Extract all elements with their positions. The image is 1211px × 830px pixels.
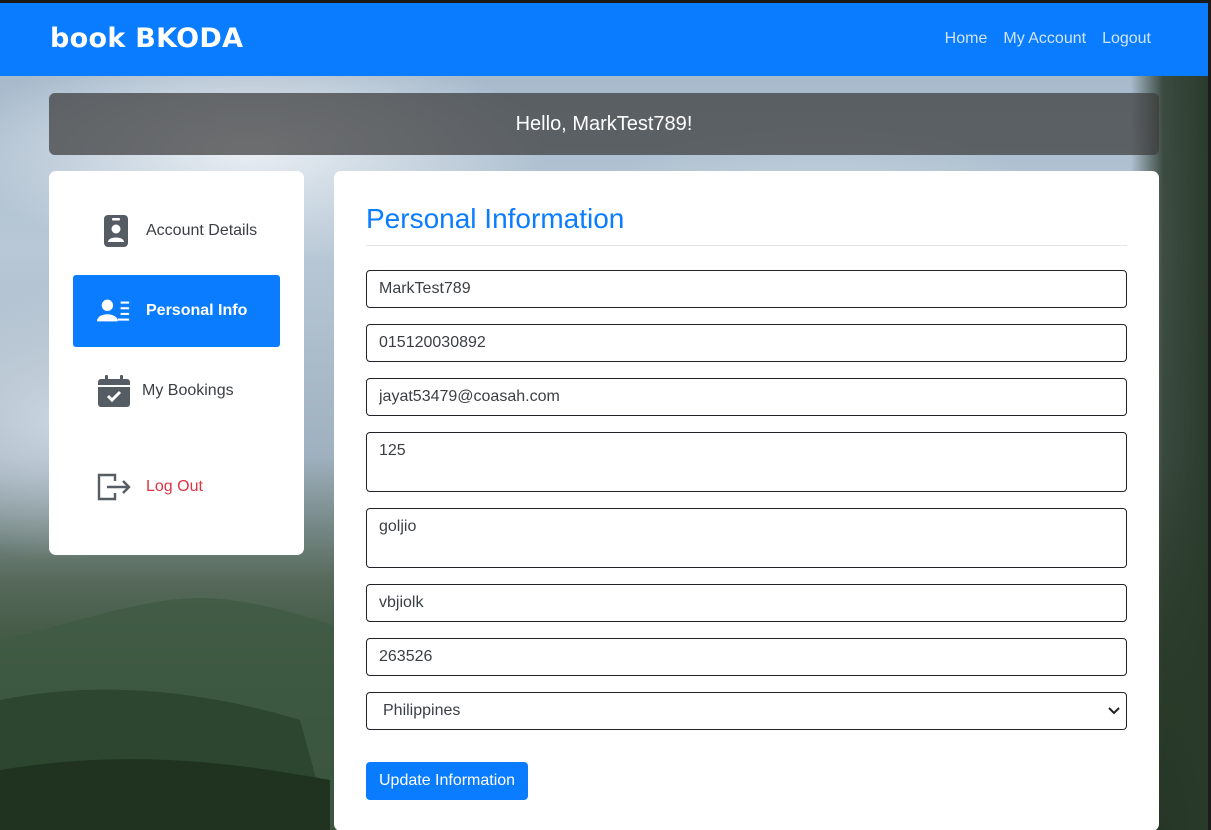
greeting-username: MarkTest789	[572, 112, 687, 135]
account-sidebar: Account Details Personal Info My Booking…	[49, 171, 304, 555]
phone-field[interactable]	[366, 324, 1127, 362]
chevron-down-icon	[1108, 702, 1120, 720]
sidebar-item-label: My Bookings	[142, 382, 234, 399]
navbar: book BKODA Home My Account Logout	[0, 3, 1208, 76]
nav-home-link[interactable]: Home	[945, 30, 988, 48]
update-information-button[interactable]: Update Information	[366, 762, 529, 800]
nav-my-account-link[interactable]: My Account	[1003, 30, 1086, 48]
user-list-icon	[97, 293, 131, 329]
sidebar-item-label: Account Details	[146, 222, 258, 239]
sidebar-item-personal-info[interactable]: Personal Info	[73, 275, 280, 347]
id-badge-icon	[99, 213, 133, 249]
sidebar-item-log-out[interactable]: Log Out	[97, 469, 203, 505]
email-field[interactable]	[366, 378, 1127, 416]
greeting-prefix: Hello,	[515, 112, 573, 135]
page-title: Personal Information	[366, 203, 1127, 246]
greeting-suffix: !	[686, 112, 693, 135]
sidebar-item-label: Personal Info	[146, 302, 248, 319]
nav-links: Home My Account Logout	[945, 30, 1151, 48]
logout-icon	[97, 469, 131, 505]
postal-code-field[interactable]	[366, 638, 1127, 676]
personal-info-card: Personal Information 125 goljio Philippi…	[334, 171, 1159, 830]
calendar-check-icon	[97, 373, 131, 409]
country-select[interactable]: Philippines	[366, 692, 1127, 730]
greeting-banner: Hello, MarkTest789!	[49, 93, 1159, 155]
sidebar-item-account-details[interactable]: Account Details	[99, 213, 257, 249]
username-field[interactable]	[366, 270, 1127, 308]
brand-logo[interactable]: book BKODA	[50, 23, 243, 54]
country-selected-value: Philippines	[383, 702, 461, 719]
nav-logout-link[interactable]: Logout	[1102, 30, 1151, 48]
city-field[interactable]	[366, 584, 1127, 622]
address-line2-field[interactable]: goljio	[366, 508, 1127, 568]
sidebar-item-label: Log Out	[146, 478, 203, 495]
sidebar-item-my-bookings[interactable]: My Bookings	[97, 373, 234, 409]
address-line1-field[interactable]: 125	[366, 432, 1127, 492]
